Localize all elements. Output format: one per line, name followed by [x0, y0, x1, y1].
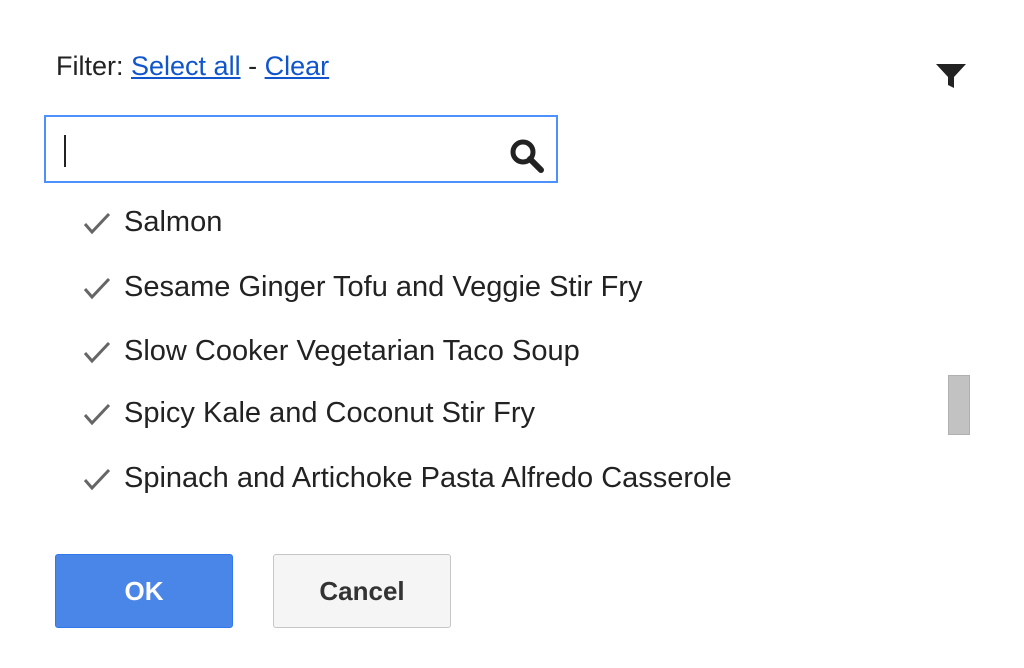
- cancel-button[interactable]: Cancel: [273, 554, 451, 628]
- filter-panel: Filter: Select all - Clear Salmon Sesame…: [0, 0, 1024, 668]
- filter-header: Filter: Select all - Clear: [56, 48, 329, 84]
- list-item-spinach-artichoke-casserole[interactable]: Spinach and Artichoke Pasta Alfredo Cass…: [80, 458, 732, 498]
- list-item-sesame-ginger-tofu[interactable]: Sesame Ginger Tofu and Veggie Stir Fry: [80, 267, 643, 307]
- checkmark-icon: [83, 212, 111, 235]
- list-item-slow-cooker-taco-soup[interactable]: Slow Cooker Vegetarian Taco Soup: [80, 331, 580, 371]
- select-all-link[interactable]: Select all: [131, 51, 241, 81]
- ok-button[interactable]: OK: [55, 554, 233, 628]
- list-item-label: Sesame Ginger Tofu and Veggie Stir Fry: [124, 270, 643, 303]
- search-box[interactable]: [44, 115, 558, 183]
- filter-separator: -: [248, 51, 258, 81]
- value-list: Salmon Sesame Ginger Tofu and Veggie Sti…: [80, 190, 940, 510]
- checkmark-icon: [83, 341, 111, 364]
- search-icon[interactable]: [508, 137, 548, 175]
- list-item-label: Spicy Kale and Coconut Stir Fry: [124, 396, 536, 429]
- filter-funnel-icon[interactable]: [932, 56, 970, 94]
- list-item-label: Slow Cooker Vegetarian Taco Soup: [124, 334, 580, 367]
- list-scrollbar-thumb[interactable]: [948, 375, 970, 435]
- list-item-label: Spinach and Artichoke Pasta Alfredo Cass…: [124, 461, 732, 494]
- checkmark-icon: [83, 403, 111, 426]
- list-item-label: Salmon: [124, 205, 223, 238]
- filter-label: Filter:: [56, 51, 124, 81]
- text-caret: [64, 135, 66, 167]
- list-item-spicy-kale-stir-fry[interactable]: Spicy Kale and Coconut Stir Fry: [80, 393, 535, 433]
- checkmark-icon: [83, 277, 111, 300]
- list-item-salmon[interactable]: Salmon: [80, 202, 222, 242]
- search-input[interactable]: [60, 127, 490, 171]
- clear-link[interactable]: Clear: [265, 51, 330, 81]
- checkmark-icon: [83, 468, 111, 491]
